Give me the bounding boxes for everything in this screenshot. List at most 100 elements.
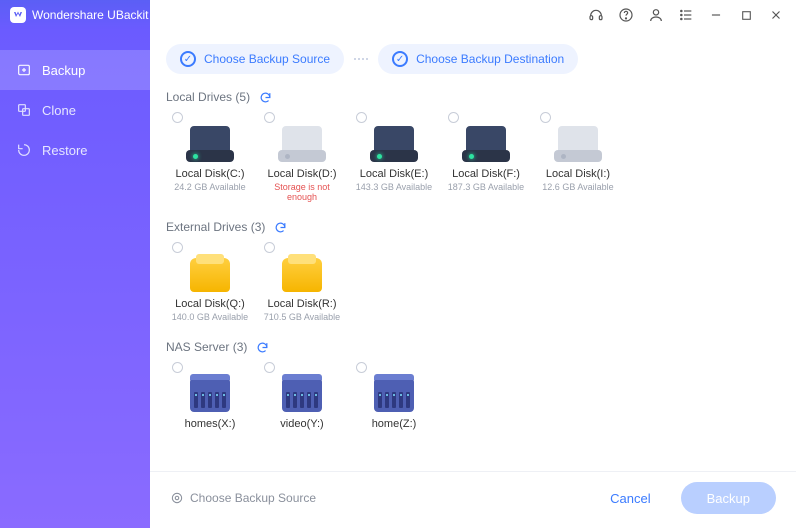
target-icon bbox=[170, 491, 184, 505]
support-icon[interactable] bbox=[588, 7, 604, 23]
footer-hint-text: Choose Backup Source bbox=[190, 491, 316, 505]
sidebar: Backup Clone Restore bbox=[0, 30, 150, 528]
section-header-local: Local Drives (5) bbox=[166, 90, 780, 104]
external-disk-icon bbox=[278, 252, 326, 292]
step-label: Choose Backup Destination bbox=[416, 52, 564, 66]
drive-name: home(Z:) bbox=[372, 418, 417, 430]
sidebar-item-label: Clone bbox=[42, 103, 76, 118]
main-panel: ✓ Choose Backup Source ✓ Choose Backup D… bbox=[150, 30, 796, 528]
clone-icon bbox=[16, 102, 32, 118]
drive-item[interactable]: Local Disk(R:) 710.5 GB Available bbox=[258, 242, 346, 330]
radio-unselected-icon[interactable] bbox=[172, 362, 183, 373]
nas-server-icon bbox=[370, 372, 418, 412]
section-title: External Drives (3) bbox=[166, 220, 265, 234]
radio-unselected-icon[interactable] bbox=[448, 112, 459, 123]
drive-item[interactable]: Local Disk(F:) 187.3 GB Available bbox=[442, 112, 530, 210]
radio-unselected-icon[interactable] bbox=[356, 112, 367, 123]
disk-dark-icon bbox=[186, 122, 234, 162]
footer-bar: Choose Backup Source Cancel Backup bbox=[150, 471, 796, 528]
section-title: Local Drives (5) bbox=[166, 90, 250, 104]
workflow-steps: ✓ Choose Backup Source ✓ Choose Backup D… bbox=[150, 30, 796, 84]
help-icon[interactable] bbox=[618, 7, 634, 23]
radio-unselected-icon[interactable] bbox=[356, 362, 367, 373]
backup-icon bbox=[16, 62, 32, 78]
drive-subtext: 140.0 GB Available bbox=[172, 312, 248, 322]
drive-item[interactable]: video(Y:) bbox=[258, 362, 346, 438]
drive-name: Local Disk(E:) bbox=[360, 168, 428, 180]
menu-list-icon[interactable] bbox=[678, 7, 694, 23]
title-bar: Wondershare UBackit bbox=[0, 0, 796, 30]
sidebar-item-label: Backup bbox=[42, 63, 85, 78]
app-title: Wondershare UBackit bbox=[32, 8, 149, 22]
drive-name: Local Disk(F:) bbox=[452, 168, 520, 180]
drive-subtext: 143.3 GB Available bbox=[356, 182, 432, 192]
drive-scroll-area[interactable]: Local Drives (5) Local Disk(C:) 24.2 GB … bbox=[150, 84, 796, 471]
drive-item[interactable]: Local Disk(I:) 12.6 GB Available bbox=[534, 112, 622, 210]
disk-light-icon bbox=[554, 122, 602, 162]
nas-server-icon bbox=[278, 372, 326, 412]
disk-light-icon bbox=[278, 122, 326, 162]
radio-unselected-icon[interactable] bbox=[264, 112, 275, 123]
drive-subtext: 12.6 GB Available bbox=[542, 182, 613, 192]
footer-actions: Cancel Backup bbox=[600, 482, 776, 514]
step-choose-destination[interactable]: ✓ Choose Backup Destination bbox=[378, 44, 578, 74]
disk-dark-icon bbox=[462, 122, 510, 162]
drive-name: Local Disk(R:) bbox=[267, 298, 336, 310]
restore-icon bbox=[16, 142, 32, 158]
app-logo-icon bbox=[10, 7, 26, 23]
nas-grid: homes(X:) video(Y:) home(Z:) bbox=[166, 362, 780, 438]
drive-name: homes(X:) bbox=[185, 418, 236, 430]
check-circle-icon: ✓ bbox=[392, 51, 408, 67]
close-icon[interactable] bbox=[768, 7, 784, 23]
refresh-icon[interactable] bbox=[258, 90, 272, 104]
sidebar-item-backup[interactable]: Backup bbox=[0, 50, 150, 90]
cancel-button[interactable]: Cancel bbox=[600, 483, 660, 514]
drive-item[interactable]: Local Disk(C:) 24.2 GB Available bbox=[166, 112, 254, 210]
step-label: Choose Backup Source bbox=[204, 52, 330, 66]
sidebar-item-restore[interactable]: Restore bbox=[0, 130, 150, 170]
drive-subtext: 24.2 GB Available bbox=[174, 182, 245, 192]
local-drives-grid: Local Disk(C:) 24.2 GB Available Local D… bbox=[166, 112, 780, 210]
drive-name: video(Y:) bbox=[280, 418, 323, 430]
sidebar-item-clone[interactable]: Clone bbox=[0, 90, 150, 130]
drive-item[interactable]: Local Disk(Q:) 140.0 GB Available bbox=[166, 242, 254, 330]
refresh-icon[interactable] bbox=[273, 220, 287, 234]
disk-dark-icon bbox=[370, 122, 418, 162]
app-window: Wondershare UBackit Backup Clone Rest bbox=[0, 0, 796, 528]
drive-item[interactable]: home(Z:) bbox=[350, 362, 438, 438]
account-icon[interactable] bbox=[648, 7, 664, 23]
step-choose-source[interactable]: ✓ Choose Backup Source bbox=[166, 44, 344, 74]
radio-unselected-icon[interactable] bbox=[540, 112, 551, 123]
title-bar-actions bbox=[150, 7, 796, 23]
sidebar-item-label: Restore bbox=[42, 143, 88, 158]
section-header-nas: NAS Server (3) bbox=[166, 340, 780, 354]
nas-server-icon bbox=[186, 372, 234, 412]
external-drives-grid: Local Disk(Q:) 140.0 GB Available Local … bbox=[166, 242, 780, 330]
drive-item[interactable]: Local Disk(D:) Storage is not enough bbox=[258, 112, 346, 210]
external-disk-icon bbox=[186, 252, 234, 292]
minimize-icon[interactable] bbox=[708, 7, 724, 23]
drive-name: Local Disk(C:) bbox=[175, 168, 244, 180]
refresh-icon[interactable] bbox=[255, 340, 269, 354]
drive-item[interactable]: homes(X:) bbox=[166, 362, 254, 438]
radio-unselected-icon[interactable] bbox=[264, 362, 275, 373]
app-body: Backup Clone Restore ✓ Choose Backup Sou… bbox=[0, 30, 796, 528]
drive-subtext: 710.5 GB Available bbox=[264, 312, 340, 322]
drive-item[interactable]: Local Disk(E:) 143.3 GB Available bbox=[350, 112, 438, 210]
section-header-external: External Drives (3) bbox=[166, 220, 780, 234]
radio-unselected-icon[interactable] bbox=[172, 112, 183, 123]
radio-unselected-icon[interactable] bbox=[264, 242, 275, 253]
backup-button[interactable]: Backup bbox=[681, 482, 776, 514]
drive-name: Local Disk(I:) bbox=[546, 168, 610, 180]
section-title: NAS Server (3) bbox=[166, 340, 247, 354]
drive-name: Local Disk(D:) bbox=[267, 168, 336, 180]
step-separator bbox=[354, 58, 368, 60]
drive-name: Local Disk(Q:) bbox=[175, 298, 245, 310]
check-circle-icon: ✓ bbox=[180, 51, 196, 67]
radio-unselected-icon[interactable] bbox=[172, 242, 183, 253]
maximize-icon[interactable] bbox=[738, 7, 754, 23]
drive-subtext: 187.3 GB Available bbox=[448, 182, 524, 192]
title-bar-brand: Wondershare UBackit bbox=[0, 0, 150, 30]
drive-subtext-error: Storage is not enough bbox=[258, 182, 346, 202]
footer-hint: Choose Backup Source bbox=[170, 491, 316, 505]
